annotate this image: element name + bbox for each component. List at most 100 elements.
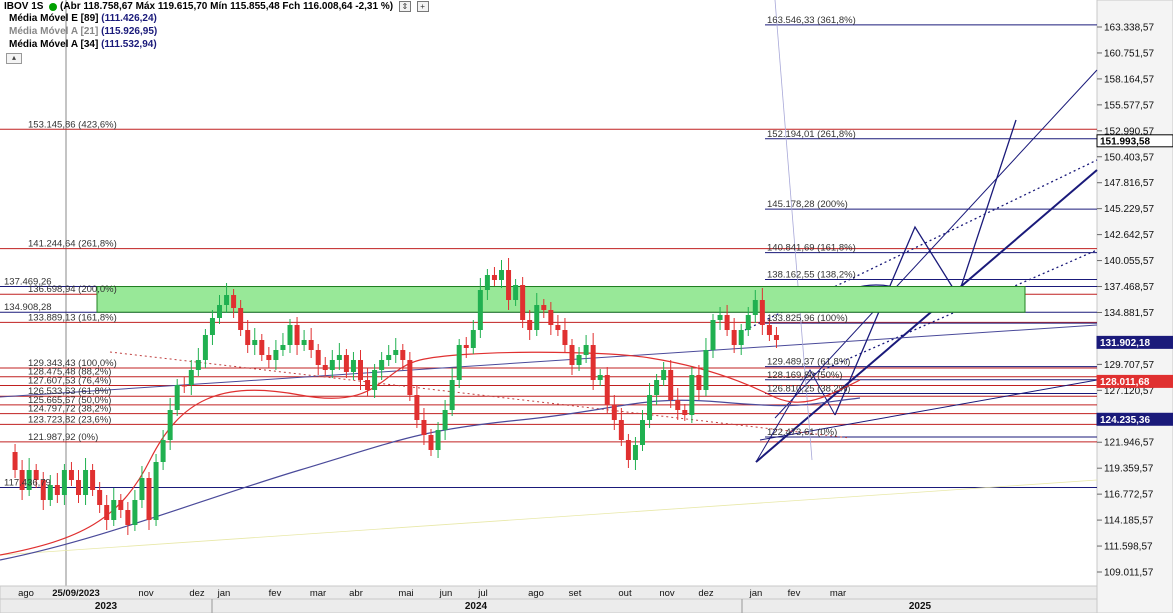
price-tick-label: 111.598,57 [1104, 542, 1153, 553]
year-label: 2023 [95, 601, 118, 612]
time-tick-label: dez [189, 588, 205, 599]
candle-body [562, 330, 568, 345]
candle-body [231, 295, 237, 308]
fib-level-label: 153.145,86 (423,6%) [28, 119, 117, 130]
symbol-label: IBOV 1S [4, 1, 44, 13]
candle-body [421, 420, 427, 435]
plus-icon[interactable]: + [416, 1, 429, 12]
candle-body [654, 380, 660, 395]
price-tick-label: 155.577,57 [1104, 100, 1154, 111]
indicator-value: (111.426,24) [101, 13, 157, 24]
sort-icon[interactable]: ⇕ [398, 1, 411, 12]
candle-body [527, 320, 533, 330]
candle-body [491, 275, 497, 280]
time-tick-label: 25/09/2023 [52, 588, 100, 599]
price-highlight-label: 128.011,68 [1100, 377, 1150, 388]
candle-body [273, 350, 279, 360]
candle-body [365, 380, 371, 390]
candle-body [731, 330, 737, 345]
indicator-name: Média Móvel E [89] [9, 13, 99, 24]
price-chart[interactable]: 153.145,86 (423,6%) 141.244,64 (261,8%) 13… [0, 0, 1173, 613]
candle-body [224, 295, 230, 305]
candle-body [640, 420, 645, 445]
candle-body [611, 405, 617, 420]
price-tick-label: 134.881,57 [1104, 308, 1154, 319]
indicator-ema89[interactable]: Média Móvel E [89] (111.426,24) [9, 13, 157, 25]
indicator-ma34[interactable]: Média Móvel A [34] (111.532,94) [9, 39, 157, 51]
price-tick-label: 160.751,57 [1104, 48, 1154, 59]
candle-body [661, 370, 667, 380]
candle-body [541, 305, 547, 310]
candle-body [68, 470, 74, 480]
candle-body [61, 470, 67, 495]
time-tick-label: fev [269, 588, 282, 599]
candle-body [428, 435, 434, 450]
candle-body [195, 360, 201, 370]
candle-body [259, 340, 265, 355]
fib-extension-label: 140.841,69 (161,8%) [767, 243, 856, 254]
candle-body [294, 325, 300, 345]
candle-body [393, 350, 399, 355]
candle-body [308, 340, 314, 350]
candle-body [245, 330, 251, 345]
fib-level-label: 133.889,13 (161,8%) [28, 312, 117, 323]
candle-body [773, 335, 779, 340]
price-tick-label: 109.011,57 [1104, 568, 1154, 579]
candle-body [386, 355, 392, 360]
candle-body [442, 410, 448, 430]
candle-body [449, 380, 455, 410]
candle-body [752, 300, 758, 315]
candle-body [54, 485, 60, 495]
time-tick-label: jun [439, 588, 453, 599]
year-label: 2024 [465, 601, 488, 612]
fib-extension-label: 122.473,61 (0%) [767, 427, 837, 438]
price-tick-label: 150.403,57 [1104, 152, 1154, 163]
fib-extension-label: 133.825,96 (100%) [767, 313, 848, 324]
collapse-icon[interactable]: ▴ [6, 53, 22, 64]
candle-body [202, 335, 208, 360]
time-tick-label: jan [217, 588, 231, 599]
status-dot [49, 2, 58, 11]
indicator-name: Média Móvel A [21] [9, 26, 99, 37]
candle-body [632, 445, 638, 460]
indicator-ma21[interactable]: Média Móvel A [21] (115.926,95) [9, 26, 157, 38]
candle-body [668, 370, 674, 400]
candle-body [322, 365, 328, 370]
price-tick-label: 158.164,57 [1104, 74, 1154, 85]
candle-body [266, 355, 272, 360]
candle-body [597, 375, 603, 380]
candle-body [689, 375, 695, 415]
ohlc-text: (Abr 118.758,67 Máx 119.615,70 Mín 115.8… [60, 1, 394, 13]
fib-level-label: 136.698,94 (200,0%) [28, 284, 117, 295]
candle-body [167, 410, 173, 440]
candle-body [217, 305, 222, 318]
candle-body [583, 345, 589, 355]
candle-body [125, 510, 131, 525]
time-tick-label: mar [310, 588, 326, 599]
candle-body [477, 290, 483, 330]
time-tick-label: mar [830, 588, 846, 599]
candle-body [590, 345, 596, 380]
candle-body [160, 440, 166, 462]
price-tick-label: 121.946,57 [1104, 438, 1154, 449]
candle-body [372, 370, 378, 390]
fib-level-label: 117.436,79 [4, 477, 51, 488]
candle-body [315, 350, 321, 365]
candle-body [139, 478, 145, 500]
time-tick-label: out [618, 588, 632, 599]
resistance-zone [96, 286, 1026, 313]
candle-body [400, 350, 406, 360]
chart-window: 153.145,86 (423,6%) 141.244,64 (261,8%) 13… [0, 0, 1173, 613]
candle-body [83, 470, 89, 495]
time-tick-label: nov [659, 588, 675, 599]
candle-body [576, 355, 582, 365]
candle-body [132, 500, 138, 525]
indicator-value: (111.532,94) [101, 39, 157, 50]
candle-body [470, 330, 476, 348]
candle-body [407, 360, 413, 395]
price-highlight-label: 151.993,58 [1100, 136, 1150, 147]
candle-body [463, 345, 469, 348]
price-tick-label: 147.816,57 [1104, 178, 1154, 189]
candle-body [759, 300, 765, 325]
candle-body [358, 360, 363, 380]
